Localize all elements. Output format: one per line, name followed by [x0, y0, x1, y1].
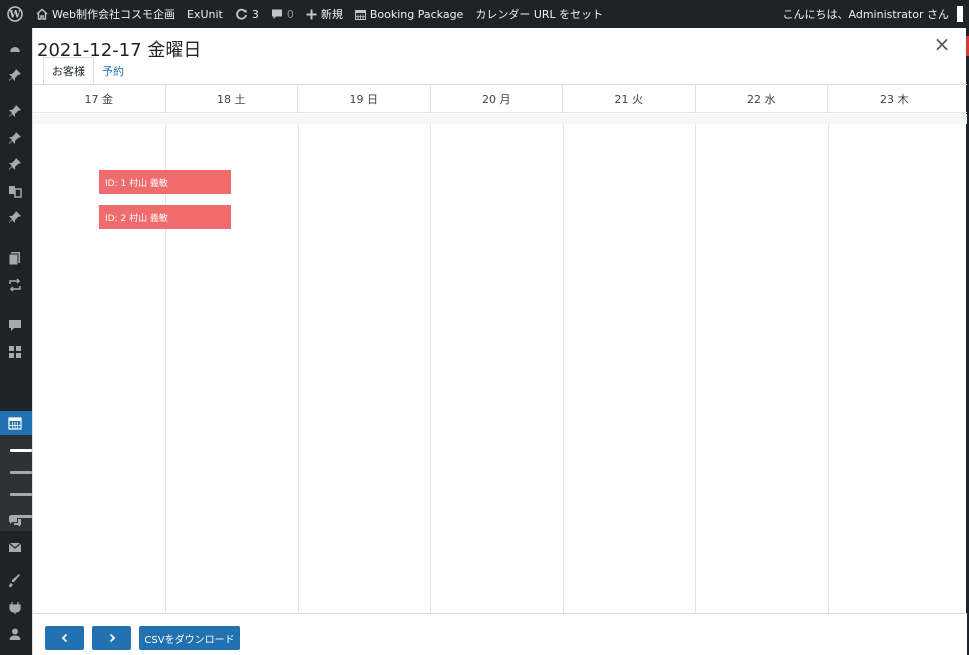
- calendar-url-label: カレンダー URL をセット: [475, 8, 604, 21]
- booking-package-link[interactable]: Booking Package: [349, 0, 469, 28]
- wordpress-icon: W: [7, 6, 23, 22]
- modal-footer: CSVをダウンロード: [33, 613, 967, 655]
- week-header: 17 金 18 土 19 日 20 月 21 火 22 水 23 木: [33, 85, 967, 113]
- site-name: Web制作会社コスモ企画: [52, 8, 175, 21]
- admin-bar: W Web制作会社コスモ企画 ExUnit 3 0 新規 Booking Pac…: [0, 0, 969, 28]
- column-divider: [563, 124, 564, 613]
- grid-icon[interactable]: [8, 345, 22, 359]
- exunit-label: ExUnit: [186, 7, 223, 21]
- booking-modal: 2021-12-17 金曜日 × お客様 予約 17 金 18 土 19 日 2…: [32, 28, 967, 655]
- mail-icon[interactable]: [8, 540, 22, 554]
- calendar-url-link[interactable]: カレンダー URL をセット: [469, 0, 609, 28]
- pin-icon[interactable]: [8, 131, 22, 145]
- all-day-row: [33, 114, 967, 124]
- avatar: [957, 6, 963, 22]
- new-label: 新規: [320, 8, 343, 21]
- day-header[interactable]: 20 月: [431, 85, 563, 113]
- tab-reservations[interactable]: 予約: [94, 57, 132, 85]
- admin-menu: [0, 28, 36, 655]
- column-divider: [298, 124, 299, 613]
- updates-link[interactable]: 3: [229, 0, 265, 28]
- site-name-link[interactable]: Web制作会社コスモ企画: [30, 0, 181, 28]
- submenu-item[interactable]: [10, 493, 32, 496]
- svg-text:W: W: [8, 10, 21, 21]
- pin-icon[interactable]: [8, 157, 22, 171]
- booking-item[interactable]: ID: 2 村山 義敏: [99, 205, 231, 229]
- column-divider: [165, 124, 166, 613]
- submenu-item[interactable]: [10, 449, 32, 452]
- repeat-icon[interactable]: [8, 278, 22, 292]
- column-divider: [430, 124, 431, 613]
- booking-package-label: Booking Package: [369, 7, 464, 21]
- comment-icon[interactable]: [8, 318, 22, 332]
- translate-icon[interactable]: [8, 184, 22, 198]
- feedback-icon[interactable]: [8, 514, 22, 528]
- new-content-link[interactable]: 新規: [300, 0, 349, 28]
- home-icon: [36, 8, 48, 20]
- booking-item[interactable]: ID: 1 村山 義敏: [99, 170, 231, 194]
- chevron-left-icon: [61, 633, 67, 643]
- calendar-icon: [354, 9, 366, 20]
- pin-icon[interactable]: [8, 104, 22, 118]
- dashboard-icon[interactable]: [8, 42, 22, 56]
- wordpress-menu[interactable]: W: [0, 0, 30, 28]
- chevron-right-icon: [109, 633, 115, 643]
- prev-button[interactable]: [45, 626, 84, 650]
- csv-download-button[interactable]: CSVをダウンロード: [139, 626, 240, 650]
- submenu-item[interactable]: [10, 471, 32, 474]
- day-header[interactable]: 19 日: [298, 85, 431, 113]
- pin-icon[interactable]: [8, 68, 22, 82]
- plugins-icon[interactable]: [8, 601, 22, 615]
- close-icon[interactable]: ×: [932, 34, 952, 54]
- modal-tabs: お客様 予約: [43, 57, 132, 85]
- next-button[interactable]: [92, 626, 131, 650]
- day-header[interactable]: 21 火: [563, 85, 696, 113]
- calendar-grid: ID: 1 村山 義敏 ID: 2 村山 義敏: [33, 124, 967, 613]
- day-header[interactable]: 22 水: [696, 85, 828, 113]
- comments-count: 0: [286, 7, 294, 21]
- column-divider: [828, 124, 829, 613]
- comment-icon: [271, 9, 282, 19]
- users-icon[interactable]: [8, 627, 22, 641]
- greeting: こんにちは、Administrator さん: [782, 8, 949, 21]
- comments-link[interactable]: 0: [265, 0, 300, 28]
- day-header[interactable]: 23 木: [828, 85, 961, 113]
- pages-icon[interactable]: [8, 251, 22, 265]
- day-header[interactable]: 17 金: [33, 85, 166, 113]
- column-divider: [695, 124, 696, 613]
- calendar-icon: [8, 416, 22, 430]
- exunit-link[interactable]: ExUnit: [181, 0, 229, 28]
- updates-icon: [236, 8, 247, 20]
- appearance-icon[interactable]: [8, 574, 22, 588]
- tab-customers[interactable]: お客様: [43, 57, 94, 85]
- pin-icon[interactable]: [8, 210, 22, 224]
- day-header[interactable]: 18 土: [166, 85, 298, 113]
- plus-icon: [306, 9, 317, 19]
- updates-count: 3: [251, 7, 259, 21]
- my-account-link[interactable]: こんにちは、Administrator さん: [777, 0, 969, 28]
